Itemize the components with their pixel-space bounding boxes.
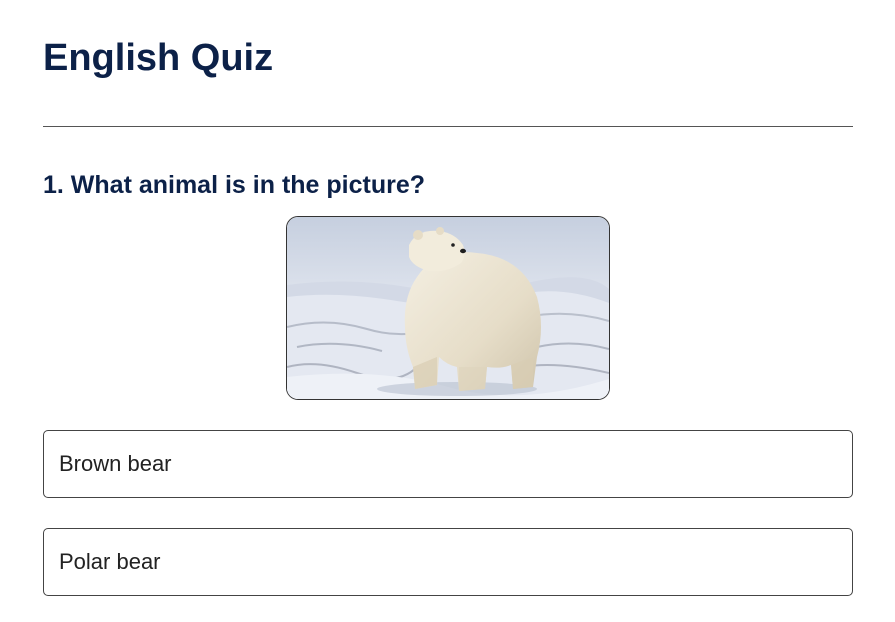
polar-bear-image xyxy=(286,216,610,400)
answer-option-label: Brown bear xyxy=(59,451,172,476)
answer-option-polar-bear[interactable]: Polar bear xyxy=(43,528,853,596)
title-divider xyxy=(43,126,853,127)
answer-option-brown-bear[interactable]: Brown bear xyxy=(43,430,853,498)
question-text: 1. What animal is in the picture? xyxy=(43,171,426,199)
page-title: English Quiz xyxy=(43,37,274,79)
answer-option-label: Polar bear xyxy=(59,549,161,574)
